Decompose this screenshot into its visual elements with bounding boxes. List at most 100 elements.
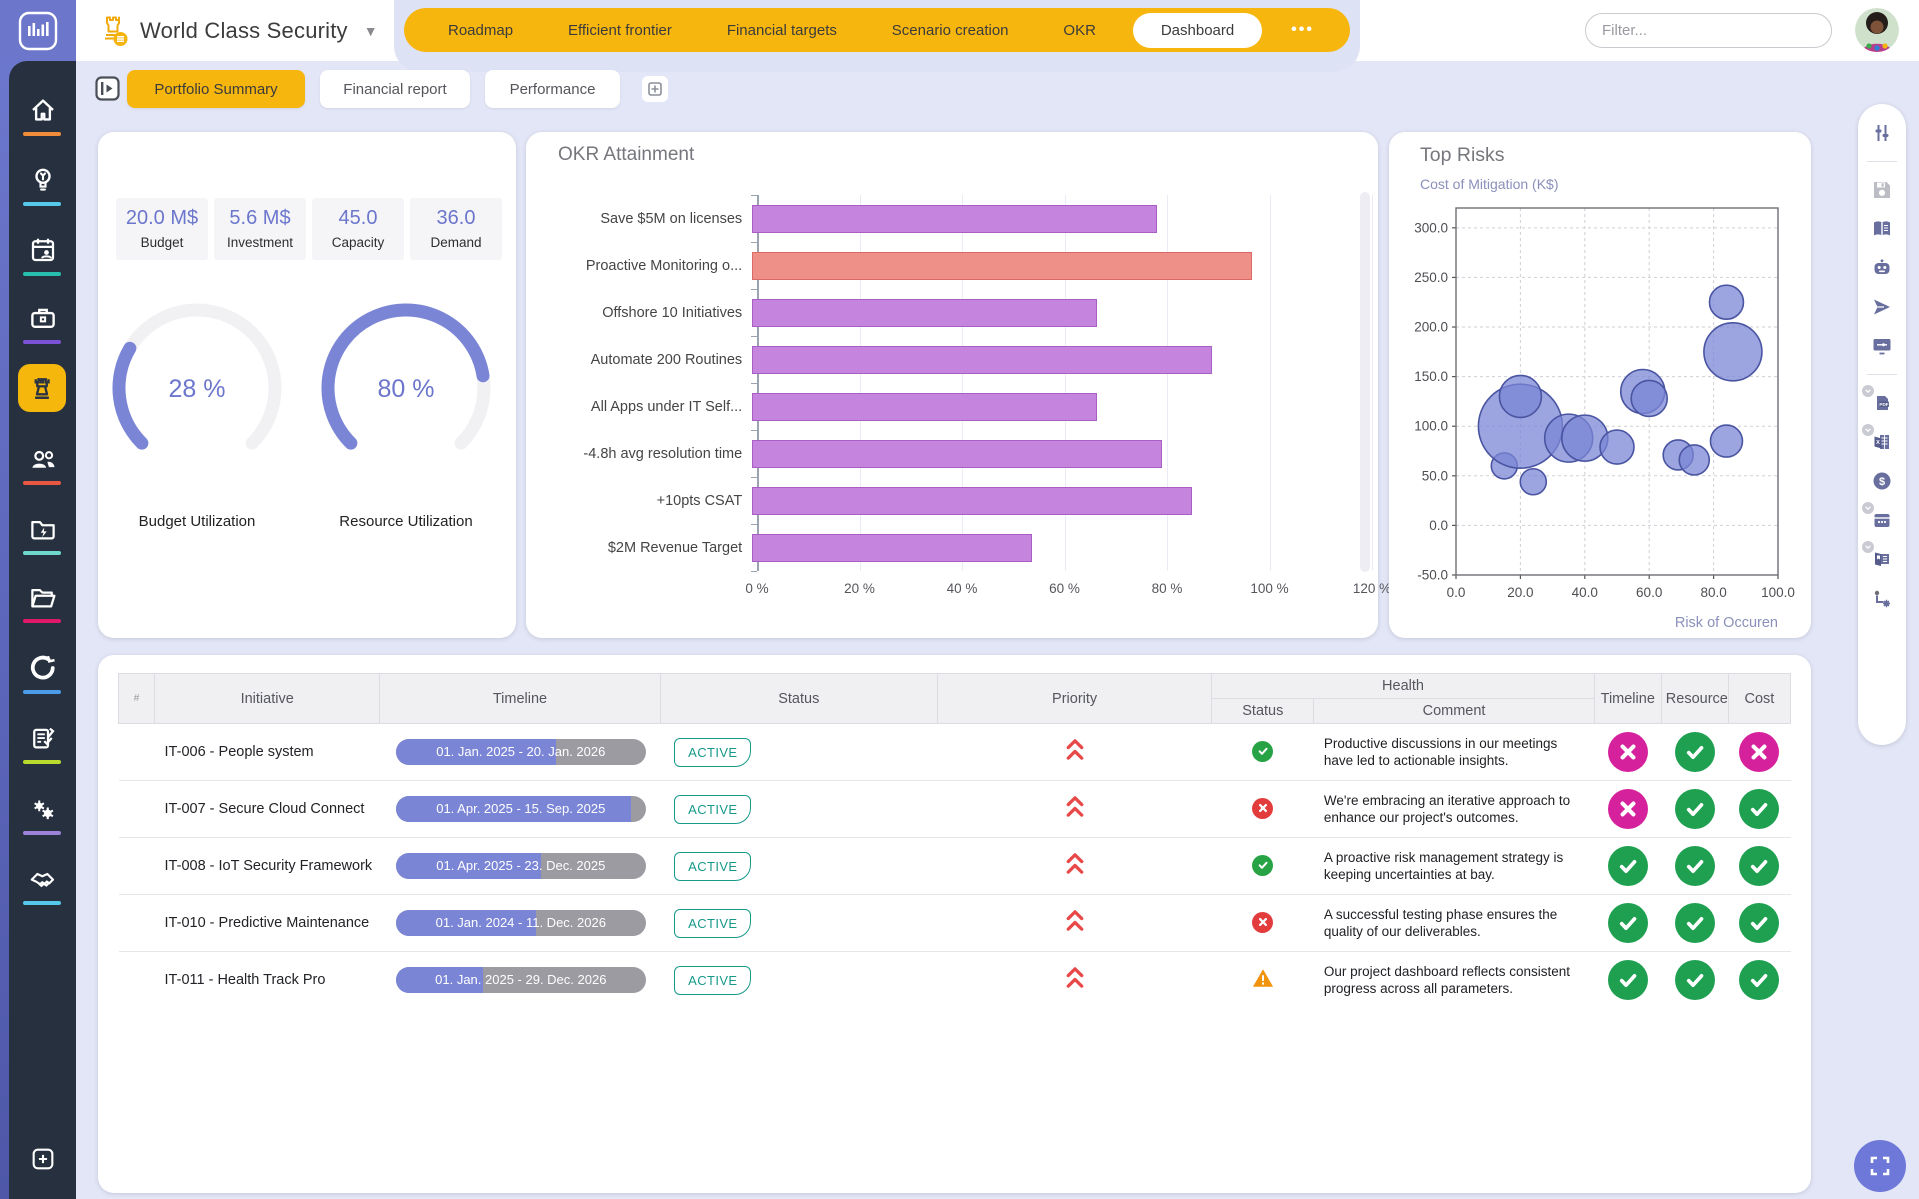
toolbar-presentation-button[interactable]: [1869, 333, 1895, 359]
collapse-sidebar-button[interactable]: [94, 75, 121, 107]
col-header-index[interactable]: #: [119, 674, 155, 724]
toolbar-financials-button[interactable]: $: [1869, 468, 1895, 494]
col-header-timeline-health[interactable]: Timeline: [1594, 674, 1661, 724]
col-header-cost-health[interactable]: Cost: [1728, 674, 1790, 724]
toolbar-assistant-button[interactable]: [1869, 255, 1895, 281]
kpi-investment-label: Investment: [216, 235, 304, 250]
subtab-portfolio-summary[interactable]: Portfolio Summary: [127, 70, 305, 108]
timeline-gantt-bar[interactable]: 01. Jan. 2025 - 29. Dec. 2026: [396, 967, 646, 993]
sidebar-item-portfolio[interactable]: [9, 303, 76, 333]
nav-tab-scenario-creation[interactable]: Scenario creation: [874, 13, 1027, 48]
top-risks-bubble-chart: 300.0250.0200.0150.0100.050.00.0-50.00.0…: [1389, 132, 1811, 638]
app-logo[interactable]: [0, 0, 76, 61]
priority-cell: [937, 781, 1211, 838]
sidebar-item-scenarios[interactable]: [9, 723, 76, 753]
sidebar-item-settings[interactable]: [9, 794, 76, 824]
resource-health-cell: [1661, 781, 1728, 838]
health-good-icon: [1675, 846, 1715, 886]
toolbar-export-excel-button[interactable]: X: [1869, 429, 1895, 455]
toolbar-export-pdf-button[interactable]: PDF: [1869, 390, 1895, 416]
okr-axis-tick: [751, 571, 757, 572]
okr-bar-track: [752, 346, 1352, 374]
svg-text:Risk of Occuren: Risk of Occuren: [1675, 615, 1778, 631]
toolbar-filters-button[interactable]: [1869, 120, 1895, 146]
okr-x-tick-label: 60 %: [1049, 581, 1080, 596]
sidebar-item-home[interactable]: [9, 95, 76, 125]
toolbar-save-button[interactable]: [1869, 177, 1895, 203]
okr-bar-track: [752, 487, 1352, 515]
toolbar-wiki-button[interactable]: [1869, 216, 1895, 242]
nav-more-button[interactable]: •••: [1281, 21, 1324, 39]
timeline-gantt-bar[interactable]: 01. Apr. 2025 - 15. Sep. 2025: [396, 796, 646, 822]
logo-icon: [17, 10, 59, 52]
fullscreen-button[interactable]: [1854, 1140, 1906, 1192]
export-excel-icon: X: [1870, 430, 1894, 454]
sidebar-item-partners[interactable]: [9, 864, 76, 894]
svg-text:150.0: 150.0: [1414, 369, 1448, 384]
sidebar-accent-planner: [23, 272, 61, 276]
table-row[interactable]: IT-007 - Secure Cloud Connect01. Apr. 20…: [119, 781, 1791, 838]
col-header-health-comment[interactable]: Comment: [1314, 699, 1594, 724]
chevron-down-badge[interactable]: [1862, 502, 1874, 514]
sidebar-item-documents[interactable]: [9, 582, 76, 612]
right-toolbar: PDF X $: [1858, 104, 1906, 745]
svg-text:100.0: 100.0: [1761, 585, 1795, 600]
priority-cell: [937, 724, 1211, 781]
nav-tab-dashboard[interactable]: Dashboard: [1133, 13, 1262, 48]
sidebar-item-team[interactable]: [9, 444, 76, 474]
nav-tab-okr[interactable]: OKR: [1045, 13, 1114, 48]
nav-tab-roadmap[interactable]: Roadmap: [430, 13, 531, 48]
table-row[interactable]: IT-011 - Health Track Pro01. Jan. 2025 -…: [119, 952, 1791, 1009]
okr-bar-track: [752, 252, 1352, 280]
add-tab-button[interactable]: [640, 74, 670, 109]
timeline-health-cell: [1594, 952, 1661, 1009]
partners-icon: [28, 864, 58, 894]
sidebar-item-lifecycle[interactable]: [9, 653, 76, 683]
initiatives-table-card: # Initiative Timeline Status Priority He…: [98, 655, 1811, 1193]
toolbar-schedule-button[interactable]: [1869, 507, 1895, 533]
sidebar-item-strategy-selected[interactable]: [18, 364, 66, 412]
col-header-initiative[interactable]: Initiative: [155, 674, 380, 724]
okr-chart: Save $5M on licensesProactive Monitoring…: [552, 182, 1352, 607]
initiative-cell: IT-006 - People system: [155, 724, 380, 781]
okr-bar-row: Offshore 10 Initiatives: [552, 289, 1352, 336]
sidebar-item-planner[interactable]: [9, 235, 76, 265]
okr-x-tick-label: 40 %: [947, 581, 978, 596]
toolbar-workflow-settings-button[interactable]: [1869, 585, 1895, 611]
table-row[interactable]: IT-008 - IoT Security Framework01. Apr. …: [119, 838, 1791, 895]
col-header-timeline[interactable]: Timeline: [380, 674, 660, 724]
health-good-icon: [1675, 960, 1715, 1000]
timeline-gantt-bar[interactable]: 01. Jan. 2024 - 11. Dec. 2026: [396, 910, 646, 936]
okr-scrollbar[interactable]: [1360, 192, 1370, 572]
timeline-gantt-bar[interactable]: 01. Apr. 2025 - 23. Dec. 2025: [396, 853, 646, 879]
col-header-health[interactable]: Health: [1212, 674, 1594, 699]
health-bad-icon: [1608, 789, 1648, 829]
chevron-down-icon[interactable]: ▼: [364, 23, 378, 39]
health-status-cell: [1212, 838, 1314, 895]
chevron-down-badge[interactable]: [1862, 385, 1874, 397]
toolbar-send-button[interactable]: [1869, 294, 1895, 320]
nav-tab-efficient-frontier[interactable]: Efficient frontier: [550, 13, 690, 48]
table-row[interactable]: IT-006 - People system 01. Jan. 2025 - 20…: [119, 724, 1791, 781]
toolbar-report-button[interactable]: [1869, 546, 1895, 572]
nav-tab-financial-targets[interactable]: Financial targets: [709, 13, 855, 48]
timeline-gantt-bar[interactable]: 01. Jan. 2025 - 20. Jan. 2026: [396, 739, 646, 765]
col-header-resource-health[interactable]: Resource: [1661, 674, 1728, 724]
sidebar-item-add-new[interactable]: [9, 1145, 76, 1173]
sidebar-item-ideas[interactable]: [9, 165, 76, 195]
health-status-cell: [1212, 952, 1314, 1009]
health-status-cell: [1212, 895, 1314, 952]
chevron-down-badge[interactable]: [1862, 541, 1874, 553]
table-row[interactable]: IT-010 - Predictive Maintenance01. Jan. …: [119, 895, 1791, 952]
sidebar-item-projects[interactable]: [9, 514, 76, 544]
status-badge: ACTIVE: [674, 966, 751, 995]
subtab-performance[interactable]: Performance: [485, 70, 620, 108]
chevron-down-badge[interactable]: [1862, 424, 1874, 436]
col-header-priority[interactable]: Priority: [937, 674, 1211, 724]
col-header-health-status[interactable]: Status: [1212, 699, 1314, 724]
user-avatar[interactable]: [1855, 8, 1899, 52]
filter-input[interactable]: [1585, 13, 1832, 48]
subtab-financial-report[interactable]: Financial report: [320, 70, 470, 108]
col-header-status[interactable]: Status: [660, 674, 937, 724]
cost-health-cell: [1728, 838, 1790, 895]
